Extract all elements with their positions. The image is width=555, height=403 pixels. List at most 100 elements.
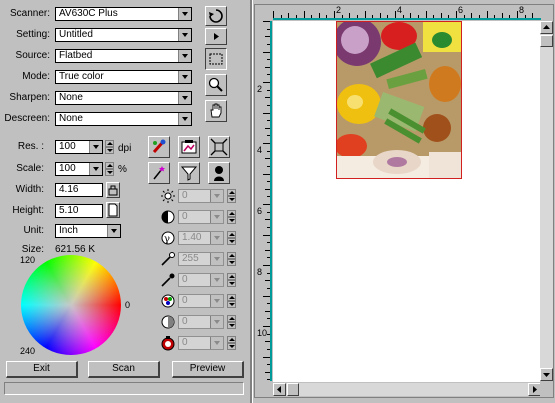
chevron-down-icon[interactable]: [210, 316, 223, 328]
chevron-down-icon[interactable]: [210, 253, 223, 265]
chevron-down-icon[interactable]: [178, 92, 191, 104]
brightness-field[interactable]: 0: [178, 189, 224, 203]
scroll-up-button[interactable]: [540, 21, 553, 34]
scroll-thumb[interactable]: [540, 35, 553, 47]
chevron-down-icon[interactable]: [178, 29, 191, 41]
silhouette-button[interactable]: [208, 162, 230, 184]
unit-select[interactable]: Inch: [55, 224, 121, 238]
hue-field[interactable]: 0: [178, 294, 224, 308]
chevron-down-icon[interactable]: [210, 295, 223, 307]
vertical-scrollbar[interactable]: [540, 21, 553, 381]
magic-wand-button[interactable]: [148, 162, 170, 184]
head-silhouette-icon: [214, 166, 224, 181]
pan-button[interactable]: [205, 100, 227, 122]
chevron-down-icon[interactable]: [89, 141, 102, 153]
spin-up-icon[interactable]: [227, 189, 236, 196]
color-balance-field[interactable]: 0: [178, 336, 224, 350]
gamma-field[interactable]: 1.40: [178, 231, 224, 245]
ruler-tick: [267, 90, 270, 91]
spin-down-icon[interactable]: [227, 322, 236, 329]
spin-down-icon[interactable]: [227, 343, 236, 350]
chevron-down-icon[interactable]: [178, 113, 191, 125]
chevron-down-icon[interactable]: [210, 190, 223, 202]
preview-canvas[interactable]: [273, 21, 540, 382]
saturation-spinner[interactable]: [227, 315, 236, 329]
descreen-select[interactable]: None: [55, 112, 192, 126]
spin-up-icon[interactable]: [227, 210, 236, 217]
play-button[interactable]: [205, 28, 227, 45]
spin-up-icon[interactable]: [105, 162, 114, 169]
exit-button[interactable]: Exit: [6, 361, 78, 378]
mode-select[interactable]: True color: [55, 70, 192, 84]
ruler-tick: [267, 257, 270, 258]
select-area-button[interactable]: [205, 48, 227, 70]
chevron-down-icon[interactable]: [210, 211, 223, 223]
preview-button[interactable]: Preview: [172, 361, 244, 378]
setting-select[interactable]: Untitled: [55, 28, 192, 42]
chevron-down-icon[interactable]: [210, 232, 223, 244]
scroll-left-button[interactable]: [273, 383, 286, 396]
gamma-spinner[interactable]: [227, 231, 236, 245]
scale-spinner[interactable]: [105, 162, 114, 176]
ruler-tick: [357, 15, 358, 18]
source-select[interactable]: Flatbed: [55, 49, 192, 63]
spin-down-icon[interactable]: [105, 147, 114, 154]
height-field[interactable]: 5.10: [55, 204, 103, 218]
sharpen-select[interactable]: None: [55, 91, 192, 105]
res-select[interactable]: 100: [55, 140, 103, 154]
brightness-spinner[interactable]: [227, 189, 236, 203]
chevron-down-icon[interactable]: [89, 163, 102, 175]
svg-text:γ: γ: [164, 234, 170, 245]
scanner-select[interactable]: AV630C Plus: [55, 7, 192, 21]
contrast-spinner[interactable]: [227, 210, 236, 224]
horizontal-scrollbar[interactable]: [273, 383, 541, 396]
highlight-field[interactable]: 255: [178, 252, 224, 266]
page-size-button[interactable]: [106, 202, 120, 218]
scanned-image[interactable]: [336, 21, 462, 179]
spin-down-icon[interactable]: [227, 238, 236, 245]
lock-ratio-button[interactable]: [106, 182, 120, 198]
fit-button[interactable]: [208, 136, 230, 158]
shadow-spinner[interactable]: [227, 273, 236, 287]
spin-down-icon[interactable]: [227, 259, 236, 266]
chevron-down-icon[interactable]: [178, 71, 191, 83]
hue-spinner[interactable]: [227, 294, 236, 308]
scale-select[interactable]: 100: [55, 162, 103, 176]
spin-up-icon[interactable]: [227, 273, 236, 280]
zoom-button[interactable]: [205, 74, 227, 96]
chevron-down-icon[interactable]: [210, 274, 223, 286]
color-balance-spinner[interactable]: [227, 336, 236, 350]
spin-up-icon[interactable]: [227, 294, 236, 301]
chevron-down-icon[interactable]: [178, 50, 191, 62]
ruler-tick: [263, 235, 270, 236]
spin-up-icon[interactable]: [227, 336, 236, 343]
ruler-accent-line: [270, 21, 272, 381]
ruler-tick: [288, 13, 289, 18]
color-wheel[interactable]: [21, 255, 121, 355]
spin-up-icon[interactable]: [227, 315, 236, 322]
rotate-button[interactable]: [205, 6, 227, 26]
chevron-down-icon[interactable]: [210, 337, 223, 349]
scan-button[interactable]: Scan: [88, 361, 160, 378]
scroll-thumb[interactable]: [287, 383, 299, 396]
spin-up-icon[interactable]: [227, 231, 236, 238]
spin-down-icon[interactable]: [227, 196, 236, 203]
saturation-field[interactable]: 0: [178, 315, 224, 329]
res-spinner[interactable]: [105, 140, 114, 154]
color-adjust-button[interactable]: [148, 136, 170, 158]
chevron-down-icon[interactable]: [107, 225, 120, 237]
spin-down-icon[interactable]: [105, 169, 114, 176]
scroll-down-button[interactable]: [540, 368, 553, 381]
highlight-spinner[interactable]: [227, 252, 236, 266]
spin-down-icon[interactable]: [227, 280, 236, 287]
contrast-field[interactable]: 0: [178, 210, 224, 224]
spin-down-icon[interactable]: [227, 217, 236, 224]
filter-button[interactable]: [178, 162, 200, 184]
spin-up-icon[interactable]: [105, 140, 114, 147]
spin-down-icon[interactable]: [227, 301, 236, 308]
auto-level-button[interactable]: [178, 136, 200, 158]
width-field[interactable]: 4.16: [55, 183, 103, 197]
spin-up-icon[interactable]: [227, 252, 236, 259]
shadow-field[interactable]: 0: [178, 273, 224, 287]
chevron-down-icon[interactable]: [178, 8, 191, 20]
